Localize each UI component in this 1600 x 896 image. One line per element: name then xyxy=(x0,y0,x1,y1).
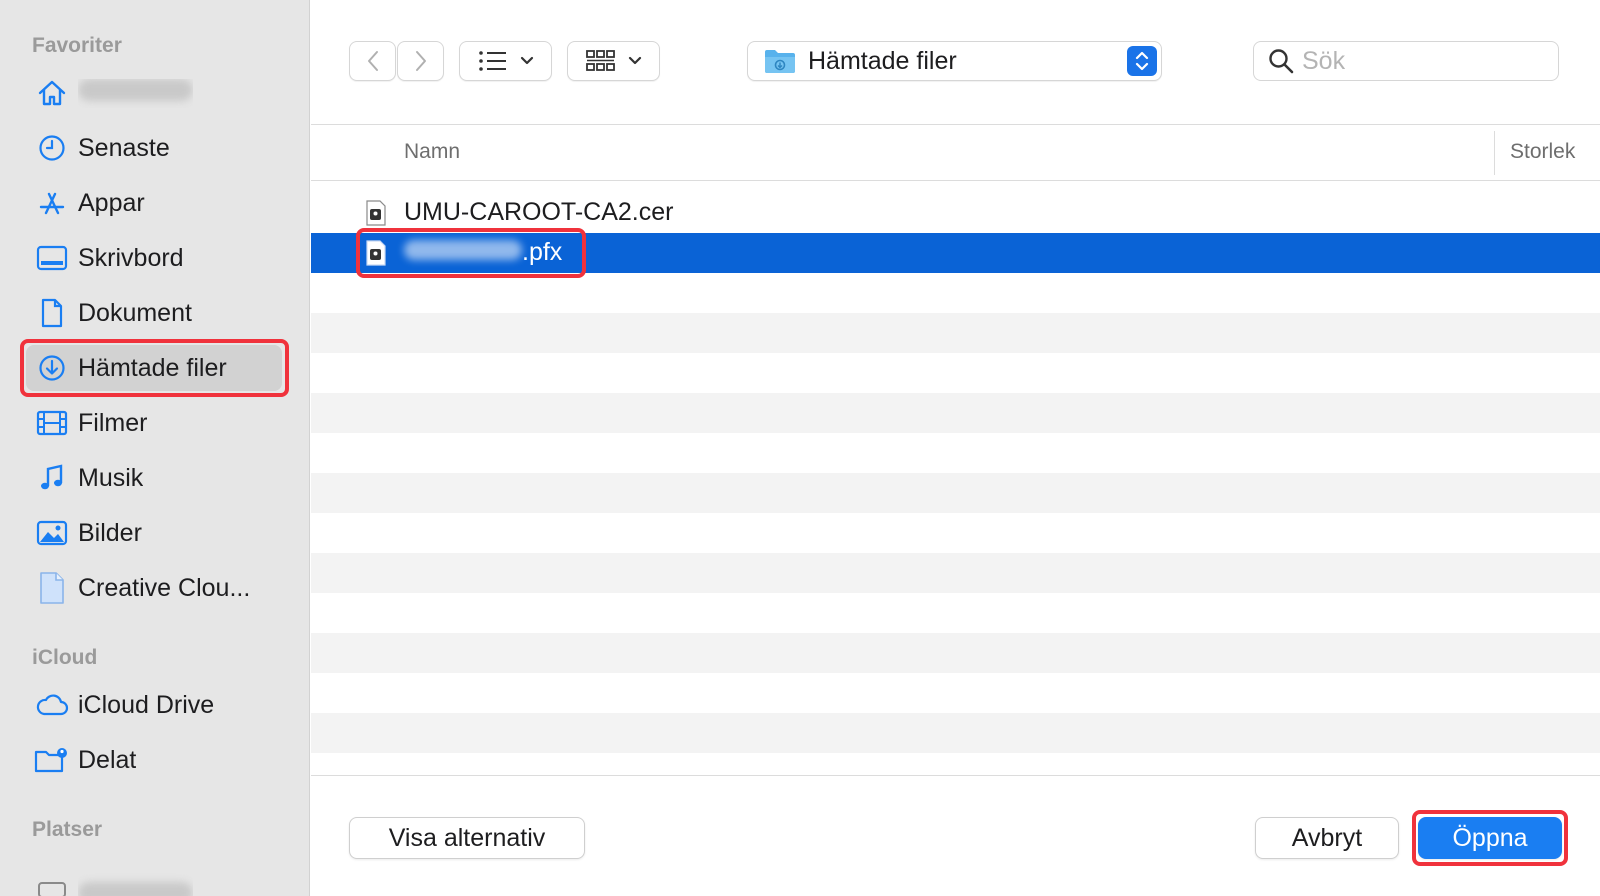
empty-row xyxy=(311,713,1600,753)
empty-row xyxy=(311,633,1600,673)
disk-icon xyxy=(26,870,78,896)
list-view-button[interactable] xyxy=(459,41,552,81)
sidebar-item-label: Skrivbord xyxy=(78,243,184,272)
shared-folder-icon xyxy=(26,737,78,783)
clock-icon xyxy=(26,125,78,171)
section-title-icloud: iCloud xyxy=(32,646,98,669)
sidebar-item-label: Delat xyxy=(78,745,137,774)
popup-stepper-icon xyxy=(1127,46,1157,76)
forward-button[interactable] xyxy=(397,41,444,81)
sidebar-item-label: Bilder xyxy=(78,518,142,547)
section-title-platser: Platser xyxy=(32,818,103,841)
home-icon xyxy=(26,70,78,116)
sidebar-item-senaste[interactable]: Senaste xyxy=(26,125,282,171)
highlight-box-open-button xyxy=(1412,810,1568,866)
document-icon xyxy=(26,290,78,336)
location-popup[interactable]: Hämtade filer xyxy=(747,41,1162,81)
sidebar-item-creative-cloud[interactable]: Creative Clou... xyxy=(26,565,282,611)
sidebar-item-label: Senaste xyxy=(78,133,170,162)
chevron-down-icon xyxy=(520,56,533,65)
sidebar-item-dokument[interactable]: Dokument xyxy=(26,290,282,336)
search-input[interactable] xyxy=(1302,46,1542,76)
highlight-box-hamtade-filer xyxy=(20,339,289,397)
sidebar-item-label: Creative Clou... xyxy=(78,573,251,602)
sidebar-item-disk[interactable] xyxy=(26,870,282,896)
sidebar: Favoriter Senaste Appar Skrivbord Dokume… xyxy=(0,0,310,896)
sidebar-item-label: Filmer xyxy=(78,408,148,437)
photo-icon xyxy=(26,510,78,556)
empty-row xyxy=(311,473,1600,513)
blurred-username xyxy=(78,78,193,101)
sidebar-item-appar[interactable]: Appar xyxy=(26,180,282,226)
sidebar-item-label xyxy=(78,78,193,108)
chevron-down-icon xyxy=(628,56,641,65)
column-header-size[interactable]: Storlek xyxy=(1510,140,1575,164)
search-field[interactable] xyxy=(1253,41,1559,81)
cancel-button[interactable]: Avbryt xyxy=(1255,817,1399,859)
appstore-icon xyxy=(26,180,78,226)
sidebar-item-filmer[interactable]: Filmer xyxy=(26,400,282,446)
sidebar-item-label: iCloud Drive xyxy=(78,690,215,719)
file-row-cer[interactable]: UMU-CAROOT-CA2.cer xyxy=(311,193,1600,233)
music-note-icon xyxy=(26,455,78,501)
sidebar-item-delat[interactable]: Delat xyxy=(26,737,282,783)
file-icon xyxy=(26,565,78,611)
sidebar-item-bilder[interactable]: Bilder xyxy=(26,510,282,556)
cloud-icon xyxy=(26,682,78,728)
highlight-box-pfx-file xyxy=(356,228,586,278)
file-list: UMU-CAROOT-CA2.cer .pfx xyxy=(311,193,1600,775)
list-header: Namn Storlek xyxy=(311,124,1600,181)
show-options-button[interactable]: Visa alternativ xyxy=(349,817,585,859)
empty-row xyxy=(311,553,1600,593)
section-title-favorites: Favoriter xyxy=(32,34,122,57)
empty-row xyxy=(311,393,1600,433)
sidebar-item-home[interactable] xyxy=(26,70,282,116)
desktop-icon xyxy=(26,235,78,281)
certificate-file-icon xyxy=(366,200,386,226)
empty-row xyxy=(311,313,1600,353)
sidebar-item-label: Dokument xyxy=(78,298,192,327)
sidebar-item-label xyxy=(78,870,193,896)
location-label: Hämtade filer xyxy=(808,46,957,75)
grid-view-button[interactable] xyxy=(567,41,660,81)
sidebar-item-musik[interactable]: Musik xyxy=(26,455,282,501)
sidebar-item-label: Appar xyxy=(78,188,145,217)
downloads-folder-icon xyxy=(765,50,795,73)
back-button[interactable] xyxy=(349,41,396,81)
chevron-right-icon xyxy=(415,51,426,71)
sidebar-item-skrivbord[interactable]: Skrivbord xyxy=(26,235,282,281)
grid-icon xyxy=(585,50,615,71)
search-icon xyxy=(1269,49,1294,74)
blurred-disk-name xyxy=(78,882,193,896)
column-header-name[interactable]: Namn xyxy=(404,140,460,164)
film-icon xyxy=(26,400,78,446)
list-icon xyxy=(478,51,506,71)
column-divider[interactable] xyxy=(1494,131,1495,175)
dialog-footer: Visa alternativ Avbryt Öppna xyxy=(311,775,1600,896)
chevron-left-icon xyxy=(367,51,378,71)
sidebar-item-icloud-drive[interactable]: iCloud Drive xyxy=(26,682,282,728)
file-name: UMU-CAROOT-CA2.cer xyxy=(404,198,674,226)
sidebar-item-label: Musik xyxy=(78,463,144,492)
